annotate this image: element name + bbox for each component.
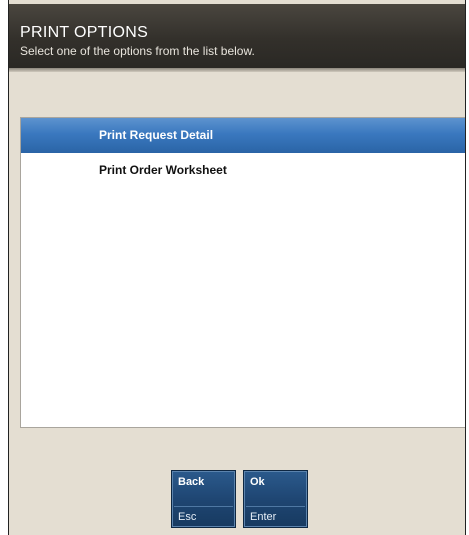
page-subtitle: Select one of the options from the list …: [20, 44, 255, 58]
header-bar: PRINT OPTIONS Select one of the options …: [9, 4, 465, 68]
ok-button-shortcut: Enter: [250, 511, 277, 523]
header-divider: [9, 68, 465, 72]
button-divider: [174, 506, 233, 507]
print-options-list[interactable]: Print Request Detail Print Order Workshe…: [20, 117, 465, 428]
back-button-shortcut: Esc: [178, 511, 197, 523]
list-item-print-request-detail[interactable]: Print Request Detail: [21, 118, 465, 153]
button-divider: [246, 506, 305, 507]
list-item-print-order-worksheet[interactable]: Print Order Worksheet: [21, 153, 465, 181]
back-button[interactable]: Back Esc: [171, 470, 236, 528]
ok-button[interactable]: Ok Enter: [243, 470, 308, 528]
page-title: PRINT OPTIONS: [20, 24, 149, 41]
print-options-window: PRINT OPTIONS Select one of the options …: [8, 0, 466, 535]
list-item-label: Print Request Detail: [99, 128, 214, 142]
ok-button-label: Ok: [250, 476, 265, 488]
list-item-label: Print Order Worksheet: [99, 163, 227, 177]
back-button-label: Back: [178, 476, 205, 488]
